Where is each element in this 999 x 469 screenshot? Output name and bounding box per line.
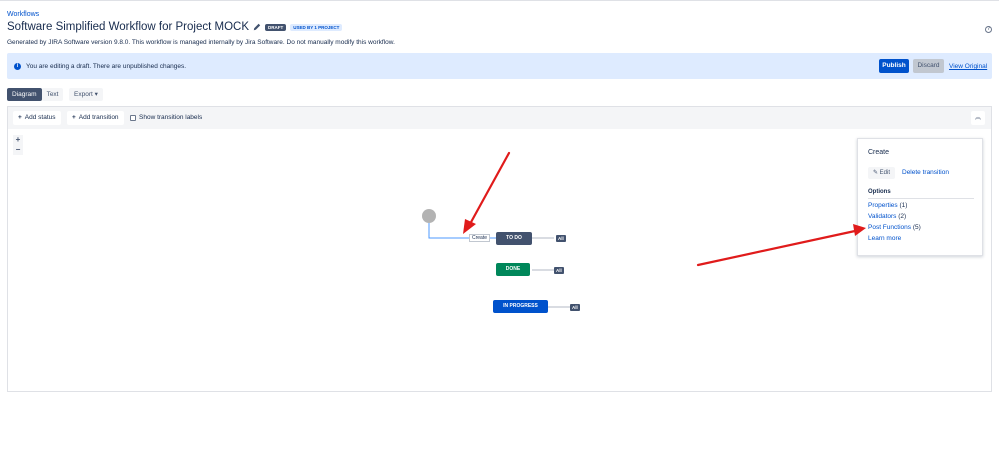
post-functions-link[interactable]: Post Functions (5) [868,224,921,231]
edit-button[interactable]: ✎ Edit [868,167,895,179]
transition-label-create[interactable]: Create [469,234,491,242]
transition-details-panel: Create ✎ Edit Delete transition Options … [857,138,983,256]
properties-count: (1) [899,202,908,209]
learn-more-link[interactable]: Learn more [868,235,901,242]
publish-button[interactable]: Publish [879,59,909,73]
banner-message: You are editing a draft. There are unpub… [26,63,187,70]
page-title: Software Simplified Workflow for Project… [7,21,249,33]
zoom-in-button[interactable]: + [13,135,23,145]
tab-text[interactable]: Text [41,88,64,101]
validators-count: (2) [898,213,907,220]
zoom-controls: + − [13,135,23,155]
pencil-icon: ✎ [872,170,880,176]
status-todo[interactable]: TO DO [496,232,532,245]
status-done[interactable]: DONE [496,263,530,276]
workflow-description: Generated by JIRA Software version 9.8.0… [7,39,395,46]
panel-title: Create [868,149,890,156]
validators-label: Validators [868,213,897,220]
breadcrumb-workflows[interactable]: Workflows [7,11,39,18]
learn-more-label: Learn more [868,235,902,242]
properties-link[interactable]: Properties (1) [868,202,907,209]
export-label: Export [74,91,93,98]
used-by-badge[interactable]: USED BY 1 PROJECT [290,23,343,31]
diagram-lines [422,209,570,308]
export-dropdown[interactable]: Export ▾ [69,88,103,101]
panel-divider [868,198,974,199]
delete-transition-link[interactable]: Delete transition [902,169,949,176]
discard-button[interactable]: Discard [913,59,944,73]
post-functions-count: (5) [912,224,921,231]
options-heading: Options [868,189,891,195]
properties-label: Properties [868,202,898,209]
all-tag-done[interactable]: All [554,267,564,274]
edit-label: Edit [879,170,891,176]
diagram-area: Create TO DO DONE IN PROGRESS All All Al… [8,107,991,391]
workflow-canvas[interactable]: + Add status + Add transition Show transit… [7,106,992,392]
all-tag-in-progress[interactable]: All [570,304,580,311]
chevron-down-icon: ▾ [94,91,98,98]
view-original-link[interactable]: View Original [949,63,987,70]
help-icon[interactable]: ? [985,26,992,33]
status-in-progress[interactable]: IN PROGRESS [493,300,548,313]
view-tabs: Diagram Text [7,88,64,101]
pencil-icon[interactable] [253,23,261,31]
tab-diagram[interactable]: Diagram [7,88,42,101]
info-icon: i [14,63,21,70]
zoom-out-button[interactable]: − [13,145,23,155]
top-border [0,0,999,1]
draft-badge: DRAFT [265,23,287,31]
validators-link[interactable]: Validators (2) [868,213,906,220]
all-tag-todo[interactable]: All [556,235,566,242]
post-functions-label: Post Functions [868,224,911,231]
draft-banner: i You are editing a draft. There are unp… [7,53,992,79]
title-row: Software Simplified Workflow for Project… [7,21,343,33]
initial-node[interactable] [422,209,436,223]
